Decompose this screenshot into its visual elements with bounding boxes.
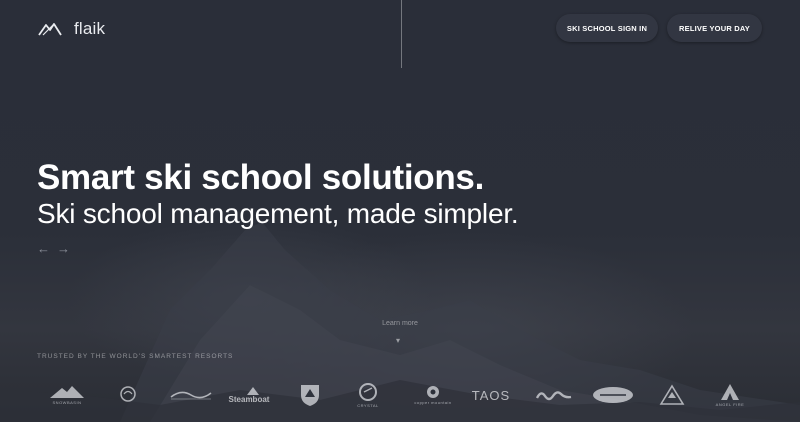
snowbasin-mountain-icon bbox=[50, 386, 84, 398]
copper-logo: copper mountain bbox=[408, 375, 458, 415]
resort-name: CRYSTAL bbox=[357, 403, 379, 408]
chevron-down-icon[interactable]: ▾ bbox=[396, 336, 400, 345]
flaik-mountain-icon bbox=[38, 23, 62, 36]
hero-subheadline: Ski school management, made simpler. bbox=[37, 198, 519, 229]
resort-name: Steamboat bbox=[228, 394, 270, 404]
brand-logo[interactable]: flaik bbox=[38, 19, 105, 39]
header-divider bbox=[401, 0, 402, 68]
relive-your-day-button[interactable]: RELIVE YOUR DAY bbox=[667, 14, 762, 42]
resort-logos-row: SNOWBASIN Steamboat CRYSTAL copper mount… bbox=[38, 375, 778, 415]
angel-fire-logo: ANGEL FIRE bbox=[706, 375, 754, 415]
brand-name: flaik bbox=[74, 19, 106, 38]
crystal-logo: CRYSTAL bbox=[346, 375, 390, 415]
trusted-by-label: TRUSTED BY THE WORLD'S SMARTEST RESORTS bbox=[37, 353, 234, 360]
swoosh-icon bbox=[170, 391, 212, 399]
script-wordmark-icon bbox=[535, 390, 572, 400]
script-logo bbox=[532, 375, 576, 415]
oval-badge-icon bbox=[593, 386, 633, 403]
taos-logo: TAOS bbox=[468, 375, 514, 415]
crystal-icon bbox=[359, 383, 377, 401]
learn-more-link[interactable]: Learn more bbox=[380, 320, 420, 327]
oval-logo bbox=[590, 375, 636, 415]
peak-triangle-icon bbox=[659, 383, 685, 405]
carousel-prev-arrow-icon[interactable]: ← bbox=[37, 242, 50, 256]
resort-name: SNOWBASIN bbox=[52, 400, 82, 405]
snowbasin-logo: SNOWBASIN bbox=[38, 375, 96, 415]
steamboat-logo: Steamboat bbox=[226, 375, 272, 415]
copper-sun-icon bbox=[427, 386, 439, 398]
resort-name: copper mountain bbox=[414, 400, 452, 405]
helmet-icon bbox=[120, 385, 136, 402]
resort-name: TAOS bbox=[471, 387, 511, 403]
carousel-next-arrow-icon[interactable]: → bbox=[57, 242, 70, 256]
peak-logo bbox=[652, 375, 692, 415]
shield-logo bbox=[292, 375, 328, 415]
angel-fire-peak-icon bbox=[721, 384, 739, 400]
hero-headline: Smart ski school solutions. bbox=[37, 158, 485, 197]
shield-icon bbox=[301, 384, 319, 406]
helmet-logo bbox=[108, 375, 148, 415]
ski-school-sign-in-button[interactable]: SKI SCHOOL SIGN IN bbox=[556, 14, 658, 42]
swoosh-logo bbox=[164, 375, 218, 415]
steamboat-mark-icon bbox=[247, 386, 259, 395]
resort-name: ANGEL FIRE bbox=[715, 402, 745, 407]
